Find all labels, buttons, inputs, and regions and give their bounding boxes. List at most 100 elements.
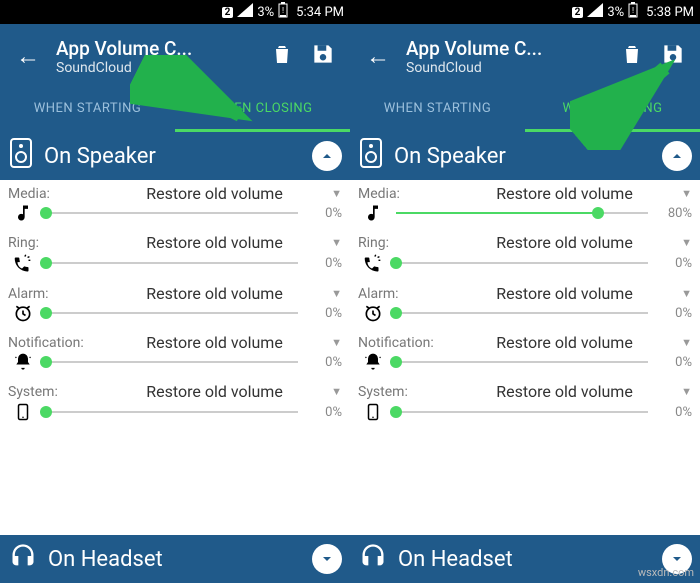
signal-icon [237,3,253,21]
volume-slider[interactable] [396,352,648,372]
dropdown-icon[interactable]: ▼ [681,385,692,398]
dropdown-icon[interactable]: ▼ [681,336,692,349]
status-bar: 2 3% ! 5:34 PM [0,0,350,24]
volume-percent: 0% [656,306,692,321]
row-label: System: [8,384,98,400]
svg-text:!: ! [282,6,284,15]
volume-row: Alarm: Restore old volume ▼ [350,280,700,303]
row-value-dropdown[interactable]: Restore old volume [98,284,331,303]
volume-slider[interactable] [46,203,298,223]
volume-percent: 0% [656,405,692,420]
volume-slider-row: 0% [0,352,350,378]
row-label: Ring: [8,235,98,251]
row-label: Notification: [358,335,448,351]
sim-indicator: 2 [222,7,234,18]
toolbar-subtitle: SoundCloud [406,60,612,76]
back-button[interactable]: ← [10,36,46,77]
volume-slider[interactable] [46,402,298,422]
volume-percent: 0% [306,206,342,221]
volume-slider-row: 0% [350,303,700,329]
delete-button[interactable] [612,34,652,78]
delete-button[interactable] [262,34,302,78]
screenshot-pane-0: 2 3% ! 5:34 PM ← App Volume C... SoundCl… [0,0,350,583]
volume-slider[interactable] [46,253,298,273]
battery-icon: ! [628,2,638,22]
dropdown-icon[interactable]: ▼ [681,287,692,300]
row-value-dropdown[interactable]: Restore old volume [98,333,331,352]
app-toolbar: ← App Volume C... SoundCloud [350,24,700,88]
expand-icon[interactable] [312,544,342,574]
row-value-dropdown[interactable]: Restore old volume [98,233,331,252]
collapse-icon[interactable] [312,141,342,171]
speaker-icon [358,138,384,174]
dropdown-icon[interactable]: ▼ [331,336,342,349]
row-value-dropdown[interactable]: Restore old volume [448,184,681,203]
row-value-dropdown[interactable]: Restore old volume [448,284,681,303]
toolbar-title: App Volume C... [406,37,612,60]
row-label: Ring: [358,235,448,251]
tab-bar: WHEN STARTING WHEN CLOSING [0,88,350,132]
tab-bar: WHEN STARTING WHEN CLOSING [350,88,700,132]
toolbar-title: App Volume C... [56,37,262,60]
phone-icon [358,401,388,423]
alarm-icon [8,303,38,323]
row-label: Alarm: [358,286,448,302]
volume-row: Media: Restore old volume ▼ [350,180,700,203]
volume-row: Alarm: Restore old volume ▼ [0,280,350,303]
volume-percent: 80% [656,206,692,221]
volume-slider-row: 0% [0,401,350,429]
music-icon [358,203,388,223]
status-time: 5:34 PM [296,5,344,20]
section-label: On Speaker [44,144,156,169]
volume-slider[interactable] [46,352,298,372]
phone-icon [8,401,38,423]
row-value-dropdown[interactable]: Restore old volume [448,333,681,352]
dropdown-icon[interactable]: ▼ [331,236,342,249]
save-button[interactable] [302,33,344,79]
volume-slider[interactable] [46,303,298,323]
row-label: Alarm: [8,286,98,302]
save-button[interactable] [652,33,694,79]
section-on-speaker[interactable]: On Speaker [0,132,350,180]
section-on-headset[interactable]: On Headset [0,535,350,583]
bell-icon [358,352,388,372]
volume-row: System: Restore old volume ▼ [350,378,700,401]
volume-slider-row: 0% [0,303,350,329]
ring-icon [358,252,388,274]
volume-slider-row: 0% [0,203,350,229]
dropdown-icon[interactable]: ▼ [681,236,692,249]
volume-slider[interactable] [396,203,648,223]
ring-icon [8,252,38,274]
volume-slider-row: 0% [350,352,700,378]
section-label: On Headset [398,547,513,572]
dropdown-icon[interactable]: ▼ [681,187,692,200]
row-value-dropdown[interactable]: Restore old volume [98,184,331,203]
back-button[interactable]: ← [360,36,396,77]
volume-row: Notification: Restore old volume ▼ [0,329,350,352]
tab-when-starting[interactable]: WHEN STARTING [0,88,175,132]
dropdown-icon[interactable]: ▼ [331,287,342,300]
volume-slider[interactable] [396,253,648,273]
volume-slider[interactable] [396,402,648,422]
volume-row: Ring: Restore old volume ▼ [350,229,700,252]
tab-when-closing[interactable]: WHEN CLOSING [175,88,350,132]
dropdown-icon[interactable]: ▼ [331,187,342,200]
row-value-dropdown[interactable]: Restore old volume [98,382,331,401]
headset-icon [8,542,38,576]
row-value-dropdown[interactable]: Restore old volume [448,382,681,401]
row-value-dropdown[interactable]: Restore old volume [448,233,681,252]
svg-text:!: ! [632,6,634,15]
bell-icon [8,352,38,372]
sim-indicator: 2 [572,7,584,18]
tab-when-starting[interactable]: WHEN STARTING [350,88,525,132]
dropdown-icon[interactable]: ▼ [331,385,342,398]
app-toolbar: ← App Volume C... SoundCloud [0,24,350,88]
section-label: On Headset [48,547,163,572]
battery-percent: 3% [607,5,624,20]
collapse-icon[interactable] [662,141,692,171]
alarm-icon [358,303,388,323]
volume-row: Notification: Restore old volume ▼ [350,329,700,352]
section-on-speaker[interactable]: On Speaker [350,132,700,180]
tab-when-closing[interactable]: WHEN CLOSING [525,88,700,132]
volume-slider[interactable] [396,303,648,323]
